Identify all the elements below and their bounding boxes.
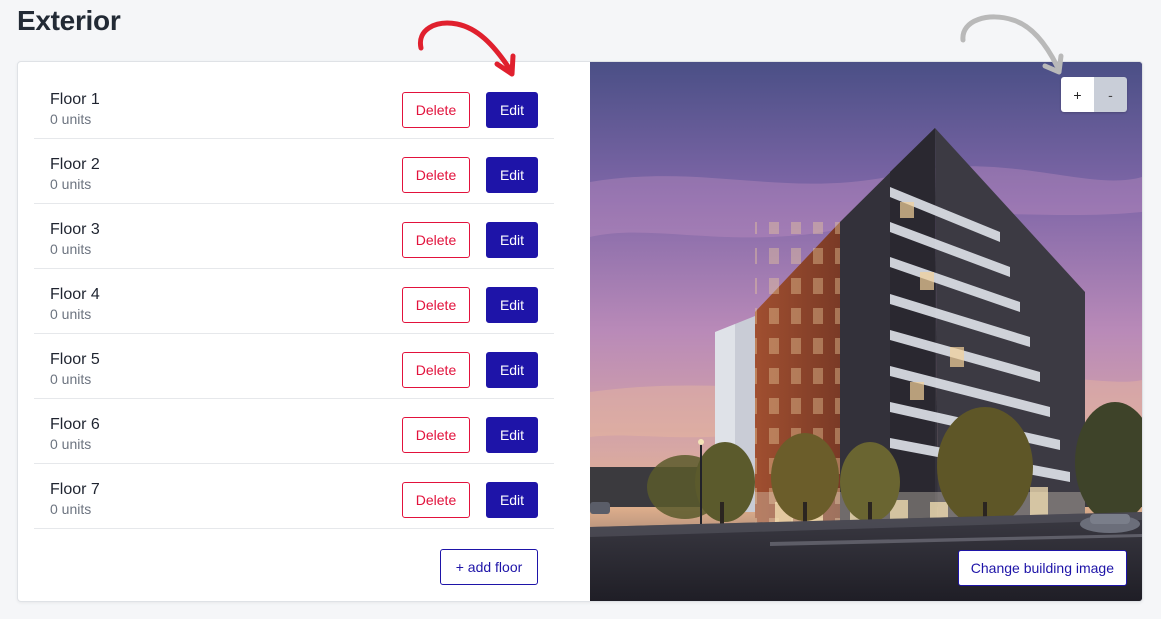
floor-units: 0 units	[50, 111, 92, 127]
zoom-out-button[interactable]: -	[1094, 77, 1127, 112]
delete-floor-button[interactable]: Delete	[402, 417, 470, 453]
floor-row: Floor 7 0 units Delete Edit	[34, 464, 554, 529]
edit-floor-button[interactable]: Edit	[486, 157, 538, 193]
floor-row: Floor 1 0 units Delete Edit	[34, 74, 554, 139]
delete-floor-button[interactable]: Delete	[402, 287, 470, 323]
floor-row: Floor 3 0 units Delete Edit	[34, 204, 554, 269]
add-floor-button[interactable]: + add floor	[440, 549, 538, 585]
floor-row: Floor 4 0 units Delete Edit	[34, 269, 554, 334]
floor-name: Floor 1	[50, 91, 100, 108]
edit-floor-button[interactable]: Edit	[486, 352, 538, 388]
floor-name: Floor 3	[50, 221, 100, 238]
delete-floor-button[interactable]: Delete	[402, 352, 470, 388]
floor-name: Floor 6	[50, 416, 100, 433]
floor-list: Floor 1 0 units Delete Edit Floor 2 0 un…	[34, 74, 554, 529]
edit-floor-button[interactable]: Edit	[486, 287, 538, 323]
page-title: Exterior	[17, 5, 121, 36]
change-building-image-button[interactable]: Change building image	[957, 550, 1127, 586]
floor-row: Floor 6 0 units Delete Edit	[34, 399, 554, 464]
floor-units: 0 units	[50, 241, 92, 257]
floor-units: 0 units	[50, 436, 92, 452]
floor-units: 0 units	[50, 306, 92, 322]
floor-units: 0 units	[50, 501, 92, 517]
building-image-panel: + - Change building image	[590, 62, 1142, 601]
delete-floor-button[interactable]: Delete	[402, 92, 470, 128]
edit-floor-button[interactable]: Edit	[486, 222, 538, 258]
delete-floor-button[interactable]: Delete	[402, 482, 470, 518]
floor-row: Floor 5 0 units Delete Edit	[34, 334, 554, 399]
floor-name: Floor 5	[50, 351, 100, 368]
floor-units: 0 units	[50, 176, 92, 192]
zoom-in-button[interactable]: +	[1061, 77, 1094, 112]
edit-floor-button[interactable]: Edit	[486, 92, 538, 128]
floor-name: Floor 2	[50, 156, 100, 173]
floor-name: Floor 7	[50, 481, 100, 498]
delete-floor-button[interactable]: Delete	[402, 222, 470, 258]
edit-floor-button[interactable]: Edit	[486, 482, 538, 518]
floor-name: Floor 4	[50, 286, 100, 303]
floor-plan-card: Floor 1 0 units Delete Edit Floor 2 0 un…	[17, 61, 1143, 602]
delete-floor-button[interactable]: Delete	[402, 157, 470, 193]
building-image	[590, 62, 1142, 601]
floor-units: 0 units	[50, 371, 92, 387]
edit-floor-button[interactable]: Edit	[486, 417, 538, 453]
zoom-controls: + -	[1061, 77, 1127, 112]
floor-row: Floor 2 0 units Delete Edit	[34, 139, 554, 204]
